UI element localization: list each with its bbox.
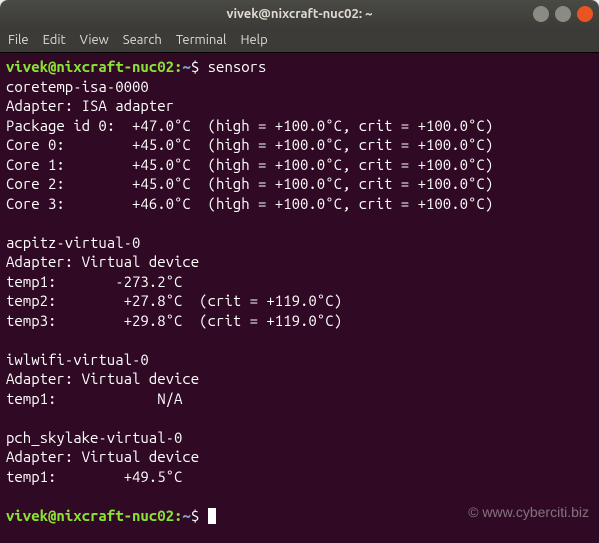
coretemp-row: Core 0: +45.0°C (high = +100.0°C, crit =…	[6, 136, 493, 153]
coretemp-row: Core 1: +45.0°C (high = +100.0°C, crit =…	[6, 156, 493, 173]
cursor-icon	[208, 508, 216, 524]
watermark-text: © www.cyberciti.biz	[468, 503, 589, 521]
menu-edit[interactable]: Edit	[43, 33, 66, 47]
prompt-path: ~	[182, 507, 190, 524]
terminal-window: vivek@nixcraft-nuc02: ~ File Edit View S…	[0, 0, 599, 543]
iwlwifi-row: temp1: N/A	[6, 390, 182, 407]
terminal-content[interactable]: vivek@nixcraft-nuc02:~$ sensors coretemp…	[0, 53, 599, 543]
prompt-symbol: $	[191, 58, 199, 75]
menu-file[interactable]: File	[8, 33, 29, 47]
coretemp-row: Core 2: +45.0°C (high = +100.0°C, crit =…	[6, 175, 493, 192]
acpitz-row: temp3: +29.8°C (crit = +119.0°C)	[6, 312, 342, 329]
acpitz-row: temp2: +27.8°C (crit = +119.0°C)	[6, 292, 342, 309]
pch-row: temp1: +49.5°C	[6, 468, 182, 485]
window-controls	[533, 6, 593, 22]
menu-help[interactable]: Help	[240, 33, 267, 47]
acpitz-row: temp1: -273.2°C	[6, 273, 182, 290]
iwlwifi-header: iwlwifi-virtual-0	[6, 351, 149, 368]
titlebar: vivek@nixcraft-nuc02: ~	[0, 0, 599, 28]
close-button[interactable]	[577, 6, 593, 22]
prompt-user-host: vivek@nixcraft-nuc02	[6, 58, 174, 75]
command-text: sensors	[208, 58, 267, 75]
pch-adapter: Adapter: Virtual device	[6, 448, 199, 465]
coretemp-adapter: Adapter: ISA adapter	[6, 97, 174, 114]
minimize-button[interactable]	[533, 6, 549, 22]
prompt-symbol: $	[191, 507, 199, 524]
menubar: File Edit View Search Terminal Help	[0, 28, 599, 53]
menu-view[interactable]: View	[80, 33, 109, 47]
window-title: vivek@nixcraft-nuc02: ~	[227, 7, 373, 21]
menu-search[interactable]: Search	[123, 33, 162, 47]
coretemp-row: Core 3: +46.0°C (high = +100.0°C, crit =…	[6, 195, 493, 212]
coretemp-header: coretemp-isa-0000	[6, 78, 149, 95]
coretemp-row: Package id 0: +47.0°C (high = +100.0°C, …	[6, 117, 493, 134]
prompt-path: ~	[182, 58, 190, 75]
acpitz-header: acpitz-virtual-0	[6, 234, 140, 251]
menu-terminal[interactable]: Terminal	[176, 33, 227, 47]
maximize-button[interactable]	[555, 6, 571, 22]
prompt-user-host: vivek@nixcraft-nuc02	[6, 507, 174, 524]
acpitz-adapter: Adapter: Virtual device	[6, 253, 199, 270]
iwlwifi-adapter: Adapter: Virtual device	[6, 370, 199, 387]
pch-header: pch_skylake-virtual-0	[6, 429, 182, 446]
